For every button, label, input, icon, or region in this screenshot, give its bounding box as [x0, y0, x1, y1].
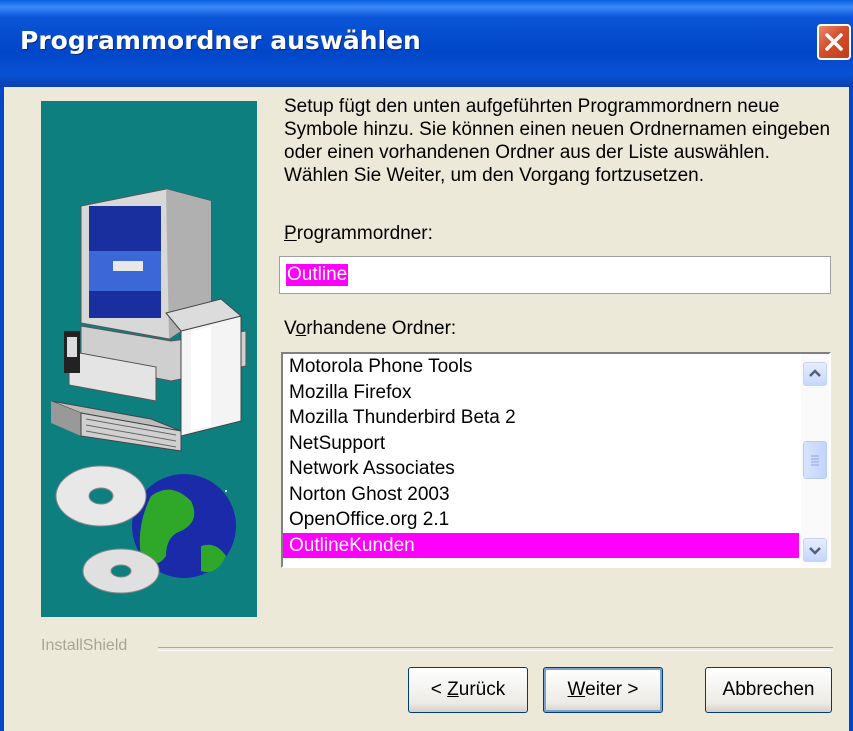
instructions-text: Setup fügt den unten aufgeführten Progra…: [284, 96, 831, 186]
scroll-up-button[interactable]: [803, 362, 827, 386]
next-button-accel: W: [567, 679, 586, 700]
cancel-button[interactable]: Abbrechen: [705, 667, 832, 713]
existing-folders-list[interactable]: Motorola Phone Tools Mozilla Firefox Moz…: [281, 352, 831, 568]
next-button-rest: eiter >: [585, 679, 639, 700]
list-item[interactable]: Motorola Phone Tools: [283, 354, 799, 380]
existing-folders-label-accel: o: [295, 318, 307, 339]
next-button[interactable]: Weiter >: [543, 667, 663, 713]
program-folder-label: Programmordner:: [284, 223, 433, 245]
program-folder-label-accel: P: [284, 223, 297, 244]
back-button-accel: Z: [447, 679, 459, 700]
close-icon: [825, 33, 843, 51]
list-item[interactable]: Network Associates: [283, 456, 799, 482]
list-item[interactable]: NetSupport: [283, 431, 799, 457]
scroll-thumb[interactable]: [803, 441, 827, 479]
globe-icon: [225, 490, 227, 492]
window-title: Programmordner auswählen: [20, 26, 421, 55]
list-item-selected[interactable]: OutlineKunden: [283, 532, 799, 558]
list-item[interactable]: Mozilla Thunderbird Beta 2: [283, 405, 799, 431]
scroll-down-icon: [809, 547, 821, 555]
existing-folders-label-pre: V: [284, 318, 296, 339]
list-item[interactable]: Mozilla Firefox: [283, 380, 799, 406]
program-folder-input[interactable]: Outline: [279, 256, 831, 294]
program-folder-input-value: Outline: [286, 264, 349, 286]
window-border-left: [0, 87, 4, 731]
program-folder-label-rest: rogrammordner:: [296, 223, 433, 244]
scroll-up-icon: [809, 369, 821, 377]
scroll-thumb-grip-icon: [811, 455, 819, 466]
setup-illustration: [41, 101, 257, 617]
existing-folders-list-items: Motorola Phone Tools Mozilla Firefox Moz…: [283, 354, 799, 558]
setup-dialog: Programmordner auswählen Setup fügt den …: [0, 0, 853, 731]
vertical-scrollbar[interactable]: [801, 354, 829, 566]
close-button[interactable]: [817, 24, 851, 60]
window-border-right: [849, 87, 853, 731]
existing-folders-label-rest: rhandene Ordner:: [306, 318, 457, 339]
footer-divider: [158, 647, 833, 651]
back-button-rest: urück: [458, 679, 506, 700]
back-button[interactable]: < Zurück: [408, 667, 528, 713]
computer-illustration: [50, 188, 247, 594]
title-bar[interactable]: Programmordner auswählen: [0, 0, 853, 87]
scroll-down-button[interactable]: [803, 538, 827, 562]
back-button-prefix: <: [430, 679, 448, 700]
installshield-brand: InstallShield: [41, 637, 128, 654]
list-item[interactable]: OpenOffice.org 2.1: [283, 507, 799, 533]
existing-folders-label: Vorhandene Ordner:: [284, 318, 456, 340]
list-item[interactable]: Norton Ghost 2003: [283, 482, 799, 508]
